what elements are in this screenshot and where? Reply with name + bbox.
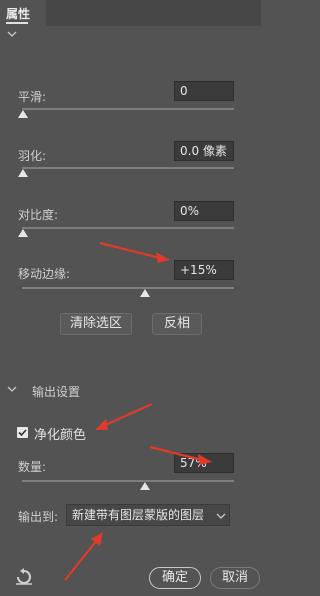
amount-label: 数量:: [18, 460, 47, 474]
shift-edge-input[interactable]: +15%: [174, 260, 234, 280]
reset-icon[interactable]: [14, 568, 34, 586]
amount-slider-track[interactable]: [22, 480, 234, 482]
cancel-button[interactable]: 取消: [210, 567, 260, 589]
tab-underline: [6, 22, 28, 24]
feather-slider-thumb[interactable]: [18, 169, 28, 177]
annotation-arrowhead: [156, 252, 170, 263]
decontaminate-checkbox[interactable]: [17, 427, 28, 438]
feather-slider-track[interactable]: [22, 167, 234, 169]
chevron-down-icon[interactable]: [7, 30, 17, 38]
annotation-arrow: [64, 539, 98, 581]
smooth-slider-track[interactable]: [22, 108, 234, 110]
amount-input[interactable]: 57%: [174, 453, 234, 473]
clear-selection-button[interactable]: 清除选区: [60, 313, 132, 335]
contrast-slider-track[interactable]: [22, 227, 234, 229]
contrast-slider-thumb[interactable]: [18, 229, 28, 237]
smooth-slider-thumb[interactable]: [18, 110, 28, 118]
output-section-title: 输出设置: [32, 385, 81, 399]
contrast-input[interactable]: 0%: [174, 201, 234, 221]
feather-input[interactable]: 0.0 像素: [174, 141, 234, 161]
smooth-label: 平滑:: [18, 90, 47, 104]
output-to-value: 新建带有图层蒙版的图层: [72, 508, 205, 522]
output-to-label: 输出到:: [18, 510, 59, 524]
ok-button[interactable]: 确定: [149, 567, 201, 589]
annotation-arrowhead: [91, 532, 103, 546]
shift-edge-slider-track[interactable]: [22, 287, 234, 289]
panel-title: 属性: [6, 7, 31, 21]
annotation-arrow: [102, 402, 153, 428]
output-to-select[interactable]: 新建带有图层蒙版的图层: [66, 504, 230, 526]
annotation-arrow: [99, 241, 161, 260]
decontaminate-label: 净化颜色: [34, 428, 87, 443]
shift-edge-label: 移动边缘:: [18, 267, 71, 281]
smooth-input[interactable]: 0: [174, 81, 234, 101]
invert-button[interactable]: 反相: [152, 313, 202, 335]
checkmark-icon: [18, 429, 27, 437]
shift-edge-slider-thumb[interactable]: [140, 289, 150, 297]
chevron-down-icon[interactable]: [7, 385, 17, 393]
annotation-arrowhead: [95, 419, 108, 430]
chevron-down-icon: [216, 513, 226, 519]
feather-label: 羽化:: [18, 149, 47, 163]
contrast-label: 对比度:: [18, 208, 59, 222]
amount-slider-thumb[interactable]: [140, 482, 150, 490]
